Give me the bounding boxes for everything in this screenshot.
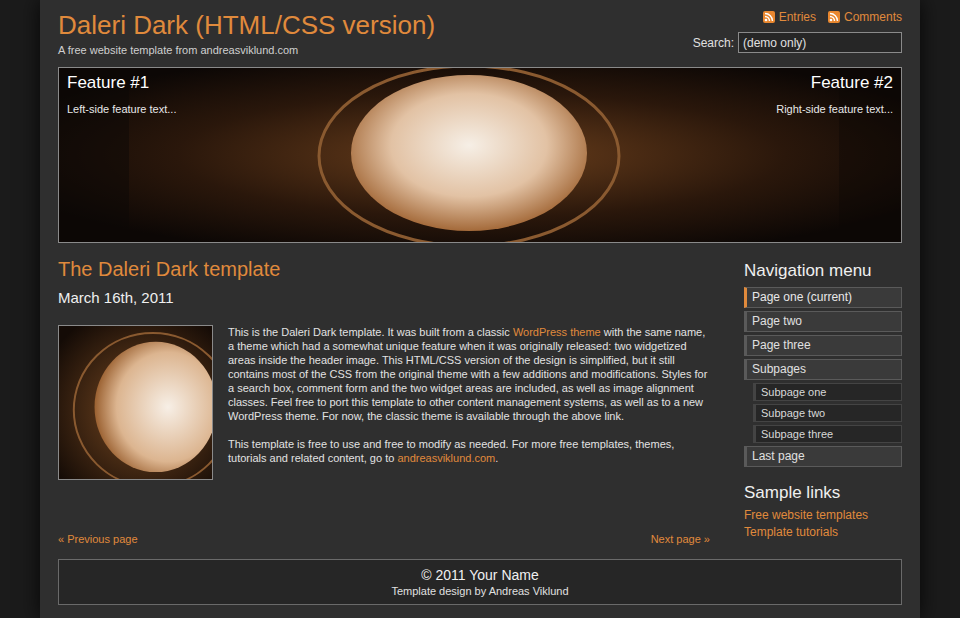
- feed-link[interactable]: Comments: [828, 9, 902, 25]
- footer: © 2011 Your NameTemplate design by Andre…: [58, 559, 902, 605]
- banner-picture: [59, 68, 902, 242]
- search-box: Search:: [693, 32, 902, 53]
- feature-text: Right-side feature text...: [776, 102, 893, 116]
- search-label: Search:: [693, 34, 734, 52]
- sample-link[interactable]: Free website templates: [744, 507, 902, 524]
- rss-icon[interactable]: [763, 11, 775, 23]
- header-image: Feature #1Left-side feature text...Featu…: [58, 67, 902, 243]
- post-title[interactable]: The Daleri Dark template: [58, 256, 710, 282]
- feed-label[interactable]: Comments: [844, 9, 902, 25]
- footer-copyright: © 2011 Your Name: [421, 566, 538, 584]
- nav-item[interactable]: Subpages: [744, 359, 902, 380]
- inline-link[interactable]: andreasviklund.com: [397, 452, 495, 464]
- inline-link[interactable]: WordPress theme: [513, 326, 601, 338]
- nav-item[interactable]: Subpage two: [753, 404, 902, 422]
- previous-page-link[interactable]: « Previous page: [58, 532, 138, 546]
- nav-item[interactable]: Page two: [744, 311, 902, 332]
- feature-title: Feature #2: [811, 72, 893, 94]
- post-paragraph: This template is free to use and free to…: [228, 437, 710, 465]
- text-run: This is the Daleri Dark template. It was…: [228, 326, 513, 338]
- navigation-menu: Page one (current) Page two Page three Subp…: [744, 287, 902, 467]
- feature-text: Left-side feature text...: [67, 102, 176, 116]
- search-input[interactable]: [738, 32, 902, 53]
- header-tools: Entries Comments Search:: [693, 8, 902, 67]
- sample-link[interactable]: Template tutorials: [744, 524, 902, 541]
- site-branding: Daleri Dark (HTML/CSS version)A free web…: [58, 8, 435, 67]
- nav-item[interactable]: Subpage one: [753, 383, 902, 401]
- pager: « Previous page Next page »: [58, 532, 710, 546]
- post-body: This is the Daleri Dark template. It was…: [58, 325, 710, 480]
- footer-credit: Template design by Andreas Viklund: [391, 584, 568, 598]
- post-thumbnail: [58, 325, 213, 480]
- site-tagline: A free website template from andreasvikl…: [58, 43, 435, 57]
- nav-item[interactable]: Page one (current): [744, 287, 902, 308]
- sidebar-heading: Navigation menu: [744, 260, 902, 282]
- text-run: with the same name, a theme which had a …: [228, 326, 707, 422]
- feed-label[interactable]: Entries: [779, 9, 816, 25]
- nav-item[interactable]: Last page: [744, 446, 902, 467]
- text-run: .: [495, 452, 498, 464]
- feature-areas: Feature #1Left-side feature text...Featu…: [59, 68, 901, 116]
- post-paragraph: This is the Daleri Dark template. It was…: [228, 325, 710, 423]
- nav-item[interactable]: Subpage three: [753, 425, 902, 443]
- post-date: March 16th, 2011: [58, 288, 710, 308]
- feed-links: Entries Comments: [763, 9, 902, 25]
- feed-link[interactable]: Entries: [763, 9, 816, 25]
- feature-widget: Feature #1 Left-side feature text...: [67, 72, 176, 116]
- sidebar: Navigation menu Page one (current) Page tw…: [744, 256, 902, 546]
- sample-links: Free website templatesTemplate tutorials: [744, 507, 902, 541]
- feature-title: Feature #1: [67, 72, 149, 94]
- site-title[interactable]: Daleri Dark (HTML/CSS version): [58, 8, 435, 42]
- rss-icon[interactable]: [828, 11, 840, 23]
- next-page-link[interactable]: Next page »: [651, 532, 710, 546]
- nav-item[interactable]: Page three: [744, 335, 902, 356]
- main-area: The Daleri Dark template March 16th, 2011…: [58, 256, 902, 546]
- content: The Daleri Dark template March 16th, 2011…: [58, 256, 710, 546]
- post-text: This is the Daleri Dark template. It was…: [228, 325, 710, 480]
- feature-widget: Feature #2 Right-side feature text...: [776, 72, 893, 116]
- header: Daleri Dark (HTML/CSS version)A free web…: [58, 0, 902, 67]
- sidebar-heading: Sample links: [744, 482, 902, 504]
